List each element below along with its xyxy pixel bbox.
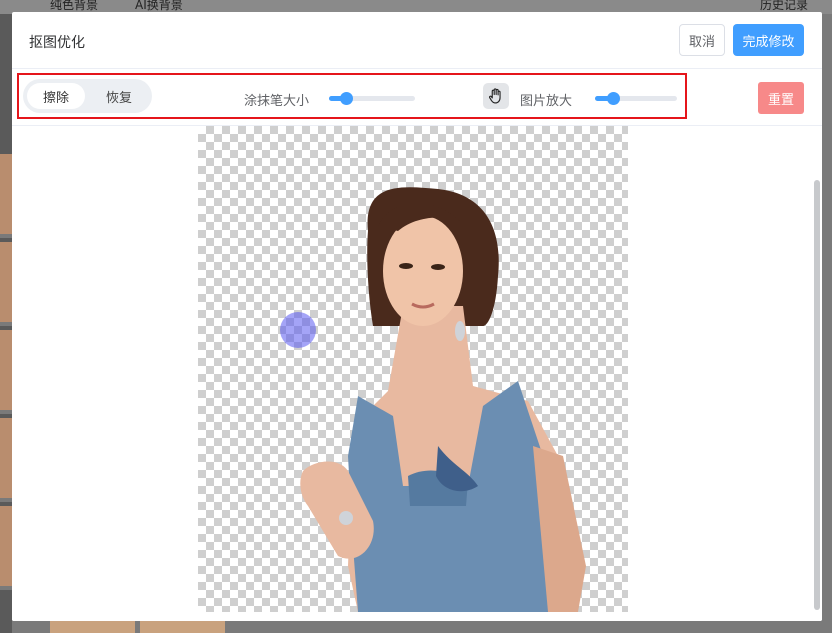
cutout-subject-image <box>300 187 586 612</box>
erase-mode-button[interactable]: 擦除 <box>27 83 85 109</box>
image-canvas[interactable] <box>12 126 822 621</box>
brush-size-handle[interactable] <box>340 92 353 105</box>
mode-toggle: 擦除 恢复 <box>23 79 152 113</box>
background-thumb <box>0 330 12 414</box>
background-thumb-bottom <box>140 620 225 633</box>
pan-tool-button[interactable] <box>483 83 509 109</box>
hand-icon <box>489 88 501 104</box>
background-thumb <box>0 242 12 326</box>
background-thumb <box>0 154 12 238</box>
background-sidebar <box>0 14 12 633</box>
dialog-header: 抠图优化 取消 完成修改 <box>12 12 822 69</box>
cutout-optimize-dialog: 抠图优化 取消 完成修改 擦除 恢复 涂抹笔大小 图片放大 重置 <box>12 12 822 621</box>
brush-size-slider[interactable] <box>329 92 415 105</box>
restore-mode-button[interactable]: 恢复 <box>90 83 148 109</box>
zoom-slider[interactable] <box>595 92 677 105</box>
background-thumb-bottom <box>50 620 135 633</box>
finish-edit-button[interactable]: 完成修改 <box>733 24 804 56</box>
dialog-title: 抠图优化 <box>29 35 85 51</box>
zoom-handle[interactable] <box>607 92 620 105</box>
vertical-scrollbar[interactable] <box>814 180 820 610</box>
background-thumb <box>0 506 12 590</box>
reset-button[interactable]: 重置 <box>758 82 804 114</box>
brush-cursor <box>280 312 316 348</box>
background-thumb <box>0 418 12 502</box>
brush-size-label: 涂抹笔大小 <box>244 94 310 109</box>
zoom-label: 图片放大 <box>520 94 573 109</box>
cancel-button[interactable]: 取消 <box>679 24 725 56</box>
